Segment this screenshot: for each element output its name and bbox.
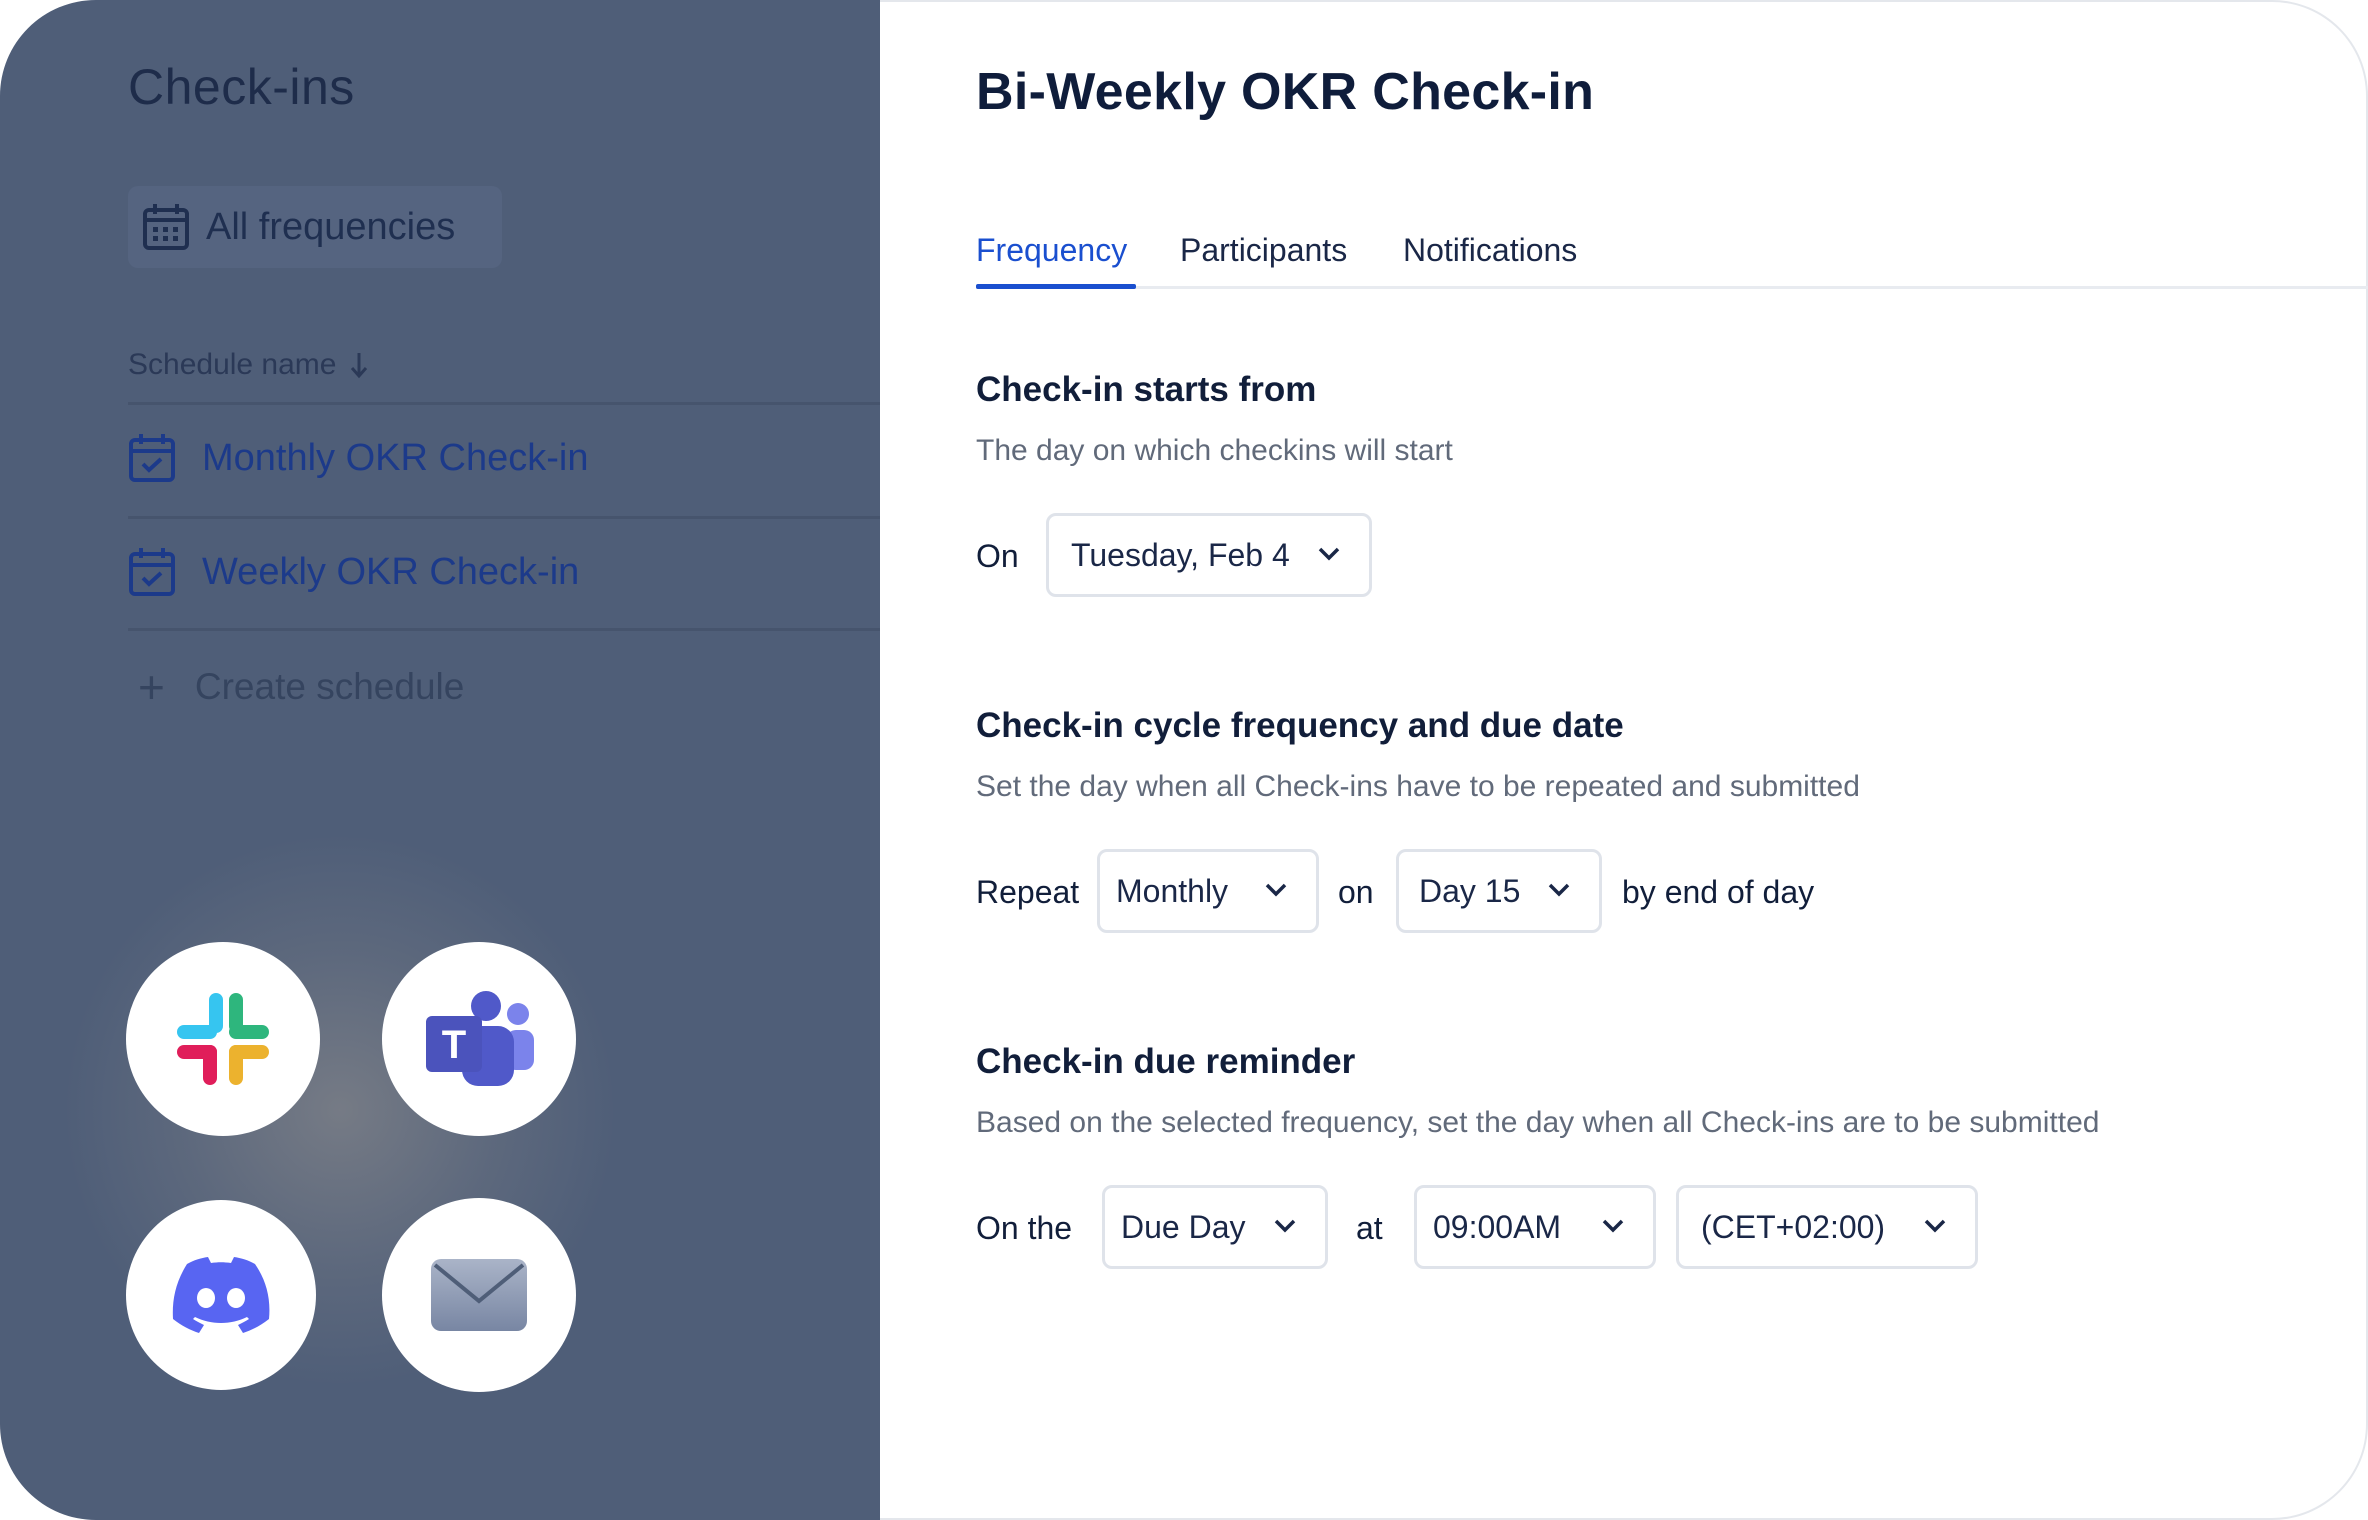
tab-bar: Frequency Participants Notifications [976, 232, 2368, 292]
start-date-select[interactable]: Tuesday, Feb 4 [1046, 513, 1372, 597]
on-label: On [976, 538, 1019, 574]
at-label: at [1356, 1210, 1383, 1246]
chevron-down-icon [1548, 883, 1570, 897]
reminder-time-select[interactable]: 09:00AM [1414, 1185, 1656, 1269]
reminder-section-subtitle: Based on the selected frequency, set the… [976, 1106, 2100, 1139]
list-item-label: Weekly OKR Check-in [202, 550, 580, 593]
chevron-down-icon [1265, 883, 1287, 897]
timezone-value: (CET+02:00) [1701, 1208, 1886, 1245]
chevron-down-icon [1602, 1219, 1624, 1233]
discord-integration-button[interactable] [126, 1200, 316, 1390]
chevron-down-icon [1274, 1219, 1296, 1233]
create-schedule-label: Create schedule [194, 666, 465, 707]
create-schedule-button[interactable]: + Create schedule [138, 664, 464, 710]
divider [128, 516, 880, 519]
column-header-label: Schedule name [128, 348, 337, 381]
frequency-filter-button[interactable]: All frequencies [128, 186, 502, 268]
slack-integration-button[interactable] [126, 942, 320, 1136]
chevron-down-icon [1318, 547, 1340, 561]
due-day-value: Day 15 [1419, 872, 1521, 909]
page-title: Bi-Weekly OKR Check-in [976, 63, 1595, 121]
reminder-section-title: Check-in due reminder [976, 1042, 1356, 1081]
reminder-time-value: 09:00AM [1433, 1208, 1562, 1245]
sidebar-title: Check-ins [128, 59, 355, 115]
sidebar: Check-ins All frequencies Schedule name [0, 0, 880, 1520]
reminder-day-select[interactable]: Due Day [1102, 1185, 1328, 1269]
email-icon [431, 1259, 527, 1331]
due-day-select[interactable]: Day 15 [1396, 849, 1602, 933]
list-item-label: Monthly OKR Check-in [202, 436, 589, 479]
email-integration-button[interactable] [382, 1198, 576, 1392]
repeat-label: Repeat [976, 874, 1080, 910]
svg-text:T: T [442, 1023, 466, 1067]
start-section-title: Check-in starts from [976, 370, 1317, 409]
frequency-filter-label: All frequencies [206, 205, 456, 248]
start-date-value: Tuesday, Feb 4 [1071, 536, 1290, 573]
cycle-section-subtitle: Set the day when all Check-ins have to b… [976, 770, 1860, 803]
by-end-of-day-label: by end of day [1622, 874, 1815, 910]
tab-bar-divider [976, 286, 2368, 289]
active-tab-indicator [976, 284, 1136, 289]
list-item[interactable]: Weekly OKR Check-in [128, 546, 579, 598]
list-item[interactable]: Monthly OKR Check-in [128, 432, 588, 484]
tab-frequency[interactable]: Frequency [976, 232, 1127, 269]
plus-icon: + [138, 661, 165, 713]
calendar-check-icon [129, 548, 175, 596]
timezone-select[interactable]: (CET+02:00) [1676, 1185, 1978, 1269]
discord-icon [172, 1257, 270, 1333]
repeat-frequency-select[interactable]: Monthly [1097, 849, 1319, 933]
on-the-label: On the [976, 1210, 1073, 1246]
calendar-icon [143, 204, 189, 250]
app-window: Check-ins All frequencies Schedule name [0, 0, 2368, 1520]
chevron-down-icon [1924, 1219, 1946, 1233]
start-section-subtitle: The day on which checkins will start [976, 434, 1453, 467]
on-label: on [1338, 874, 1374, 910]
divider [128, 628, 880, 631]
divider [128, 402, 880, 405]
calendar-check-icon [129, 434, 175, 482]
schedule-name-column-header[interactable]: Schedule name [128, 348, 368, 382]
cycle-section-title: Check-in cycle frequency and due date [976, 706, 1624, 745]
arrow-down-icon [351, 353, 368, 379]
repeat-frequency-value: Monthly [1116, 872, 1229, 909]
reminder-day-value: Due Day [1121, 1208, 1246, 1245]
slack-icon [177, 993, 269, 1085]
tab-notifications[interactable]: Notifications [1403, 232, 1577, 269]
teams-integration-button[interactable]: T [382, 942, 576, 1136]
tab-participants[interactable]: Participants [1180, 232, 1347, 269]
microsoft-teams-icon: T [426, 991, 534, 1086]
